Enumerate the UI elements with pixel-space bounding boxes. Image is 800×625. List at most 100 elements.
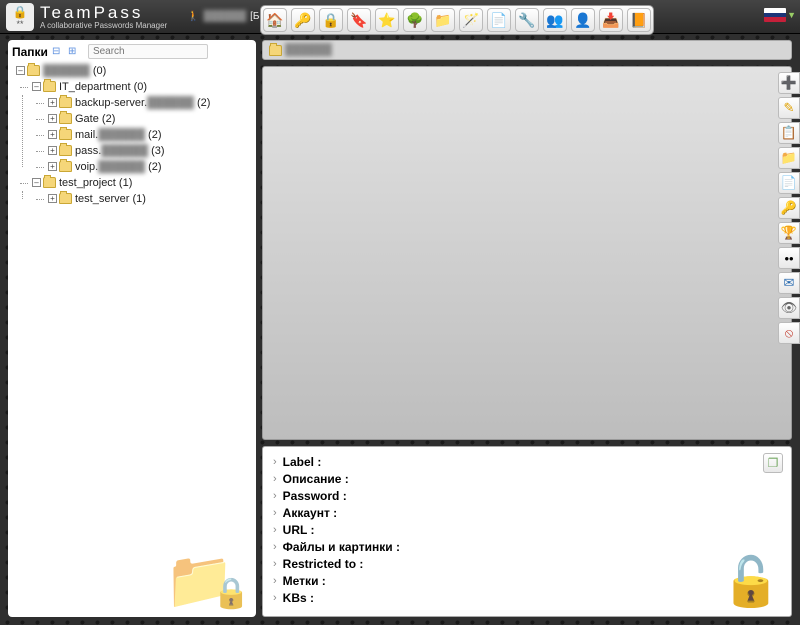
user-name: ██████ — [204, 11, 247, 22]
tree-item-label: test_project — [59, 177, 116, 189]
folder-icon — [59, 145, 72, 156]
detail-row: Аккаунт : — [273, 506, 781, 520]
expand-icon[interactable]: + — [48, 130, 57, 139]
item-toolbar: ➕ ✎ 📋 📁 📄 🔑 🏆 •• ✉ 👁 ⦸ — [778, 72, 800, 344]
detail-row: Метки : — [273, 574, 781, 588]
detail-label: Restricted to : — [283, 557, 364, 571]
app-title-block: TeamPass A collaborative Passwords Manag… — [40, 4, 167, 30]
folder-icon — [27, 65, 40, 76]
locale-flag-russia[interactable] — [764, 8, 786, 22]
tree-item-count: (2) — [194, 97, 211, 109]
detail-row: Описание : — [273, 472, 781, 486]
wand-icon[interactable]: 🪄 — [459, 8, 483, 32]
tree-item-label: test_server — [75, 193, 129, 205]
folder-icon — [43, 81, 56, 92]
user-icon[interactable]: 👤 — [571, 8, 595, 32]
detail-row: Label : — [273, 455, 781, 469]
trophy-icon[interactable]: 🏆 — [778, 222, 800, 244]
user-icon: 🚶 — [187, 11, 199, 22]
tree-node: +test_server (1) — [46, 191, 252, 207]
page-icon[interactable]: 📄 — [487, 8, 511, 32]
star-icon[interactable]: ⭐ — [375, 8, 399, 32]
tree-item[interactable]: + voip.██████ (2) — [48, 161, 162, 173]
tree-item-count: (1) — [116, 177, 133, 189]
folder-icon — [43, 177, 56, 188]
collapse-all-icon[interactable]: ⊟ — [52, 46, 64, 58]
folder-delete-icon[interactable]: 📁 — [778, 147, 800, 169]
expand-icon[interactable]: + — [48, 98, 57, 107]
locale-dropdown-icon[interactable]: ▼ — [787, 10, 796, 20]
tree-item-label: voip.██████ — [75, 161, 145, 173]
import-icon[interactable]: 📥 — [599, 8, 623, 32]
tree-item-count: (2) — [99, 113, 116, 125]
tree-node: + voip.██████ (2) — [46, 159, 252, 175]
expand-icon[interactable]: + — [48, 114, 57, 123]
breadcrumb: ██████ — [262, 40, 792, 60]
tree-item[interactable]: +pass.██████ (3) — [48, 145, 165, 157]
copy-button[interactable]: ❐ — [763, 453, 783, 473]
expand-icon[interactable]: + — [48, 194, 57, 203]
tree-node: + Gate (2) — [46, 111, 252, 127]
items-list[interactable] — [262, 66, 792, 440]
collapse-icon[interactable]: – — [16, 66, 25, 75]
wrench-icon[interactable]: 🔧 — [515, 8, 539, 32]
folder-icon — [59, 97, 72, 108]
folder-icon — [59, 129, 72, 140]
tag-icon[interactable]: 🔖 — [347, 8, 371, 32]
users-icon[interactable]: 👥 — [543, 8, 567, 32]
expand-icon[interactable]: + — [48, 162, 57, 171]
tree-item-count: (2) — [145, 161, 162, 173]
email-icon[interactable]: ✉ — [778, 272, 800, 294]
sidebar-decor: 📁🔒 — [165, 547, 250, 613]
collapse-icon[interactable]: – — [32, 82, 41, 91]
app-title: TeamPass — [40, 4, 167, 21]
key-gold-icon[interactable]: 🔑 — [778, 197, 800, 219]
tree-item[interactable]: –██████ (0) — [16, 65, 106, 77]
expand-all-icon[interactable]: ⊞ — [68, 46, 80, 58]
tree-item-count: (3) — [148, 145, 165, 157]
detail-label: Password : — [283, 489, 347, 503]
tree-item[interactable]: + Gate (2) — [48, 113, 115, 125]
tree-item[interactable]: + backup-server.██████ (2) — [48, 97, 210, 109]
item-details: ❐ 🔓 Label :Описание :Password :Аккаунт :… — [262, 446, 792, 617]
tree-item[interactable]: – IT_department (0) — [32, 81, 147, 93]
breadcrumb-label: ██████ — [285, 44, 332, 56]
item-copy-icon[interactable]: 📄 — [778, 172, 800, 194]
detail-label: Метки : — [283, 574, 326, 588]
tree-item-label: Gate — [75, 113, 99, 125]
sidebar-title: Папки — [12, 45, 48, 59]
tree-node: – IT_department (0) + backup-server.██████ … — [30, 79, 252, 175]
tree-item[interactable]: – test_project (1) — [32, 177, 132, 189]
detail-row: Файлы и картинки : — [273, 540, 781, 554]
collapse-icon[interactable]: – — [32, 178, 41, 187]
tree-icon[interactable]: 🌳 — [403, 8, 427, 32]
home-icon[interactable]: 🏠 — [263, 8, 287, 32]
folder-icon — [59, 113, 72, 124]
folder-icon — [269, 45, 282, 56]
tree-item-label: IT_department — [59, 81, 131, 93]
detail-label: Аккаунт : — [283, 506, 337, 520]
eye-icon[interactable]: 👁 — [778, 297, 800, 319]
folder-icon[interactable]: 📁 — [431, 8, 455, 32]
tree-item-label: backup-server.██████ — [75, 97, 194, 109]
tree-item[interactable]: +test_server (1) — [48, 193, 146, 205]
lock-icon[interactable]: 🔒 — [319, 8, 343, 32]
item-edit-icon[interactable]: ✎ — [778, 97, 800, 119]
folder-icon — [59, 193, 72, 204]
password-mask-icon[interactable]: •• — [778, 247, 800, 269]
key-icon[interactable]: 🔑 — [291, 8, 315, 32]
stop-icon[interactable]: ⦸ — [778, 322, 800, 344]
tree-item[interactable]: +mail.██████ (2) — [48, 129, 162, 141]
book-icon[interactable]: 📙 — [627, 8, 651, 32]
folder-icon — [59, 161, 72, 172]
search-input[interactable] — [88, 44, 208, 59]
expand-icon[interactable]: + — [48, 146, 57, 155]
detail-label: Файлы и картинки : — [283, 540, 400, 554]
tree-node: –██████ (0)–IT_department (0)+backup-ser… — [14, 63, 252, 207]
item-add-icon[interactable]: ➕ — [778, 72, 800, 94]
tree-item-count: (0) — [131, 81, 148, 93]
item-paste-icon[interactable]: 📋 — [778, 122, 800, 144]
tree-item-count: (0) — [90, 65, 107, 77]
detail-label: Описание : — [283, 472, 349, 486]
folder-sidebar: Папки ⊟ ⊞ –██████ (0)–IT_department (0)+… — [8, 40, 256, 617]
